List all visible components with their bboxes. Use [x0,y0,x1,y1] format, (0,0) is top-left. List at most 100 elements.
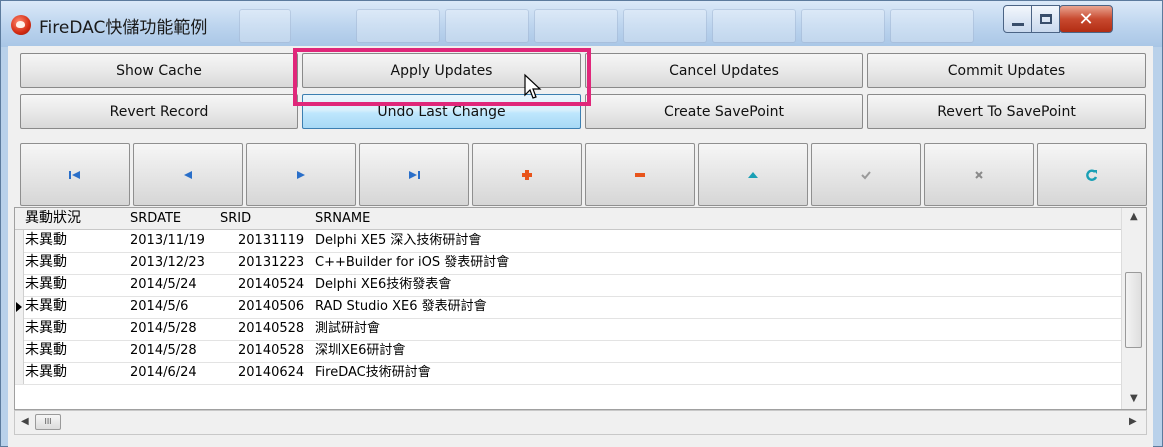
cell-name[interactable]: Delphi XE5 深入技術研討會 [315,230,481,251]
cell-status[interactable]: 未異動 [25,274,67,295]
cell-date[interactable]: 2013/11/19 [130,230,205,251]
last-record-button[interactable] [359,143,469,206]
show-cache-button[interactable]: Show Cache [20,53,298,88]
first-record-button[interactable] [20,143,130,206]
row-indicator[interactable] [15,362,24,384]
cell-name[interactable]: RAD Studio XE6 發表研討會 [315,296,487,317]
title-bar[interactable]: FireDAC快儲功能範例 ✕ [1,1,1162,47]
cell-id[interactable]: 20140524 [238,274,304,295]
plus-icon [522,169,532,180]
minus-icon [635,172,645,177]
cell-name[interactable]: C++Builder for iOS 發表研討會 [315,252,509,273]
table-row[interactable]: 未異動 2014/5/28 20140528 測試研討會 [15,318,1122,341]
background-taskbar-ghost [623,9,707,43]
row-indicator[interactable] [15,230,24,252]
background-taskbar-ghost [534,9,618,43]
table-row[interactable]: 未異動 2014/5/24 20140524 Delphi XE6技術發表會 [15,274,1122,297]
column-header[interactable]: SRNAME [315,208,370,229]
check-icon [861,170,871,179]
close-button[interactable]: ✕ [1059,5,1113,33]
last-record-icon [409,170,420,179]
row-indicator[interactable] [15,252,24,274]
table-row[interactable]: 未異動 2013/11/19 20131119 Delphi XE5 深入技術研討會 [15,230,1122,253]
data-grid[interactable]: 異動狀況 SRDATE SRID SRNAME 未異動 2013/11/19 201… [14,207,1147,410]
cell-date[interactable]: 2014/5/28 [130,340,197,361]
background-taskbar-ghost [356,9,440,43]
background-taskbar-ghost [712,9,796,43]
background-taskbar-ghost [890,9,974,43]
column-header[interactable]: SRDATE [130,208,181,229]
cell-date[interactable]: 2013/12/23 [130,252,205,273]
background-taskbar-ghost [445,9,529,43]
delete-record-button[interactable] [585,143,695,206]
cell-name[interactable]: FireDAC技術研討會 [315,362,431,383]
maximize-button[interactable] [1031,5,1060,33]
cell-id[interactable]: 20131119 [238,230,304,251]
cell-status[interactable]: 未異動 [25,230,67,251]
first-record-icon [69,170,80,179]
revert-record-button[interactable]: Revert Record [20,94,298,129]
revert-to-savepoint-button[interactable]: Revert To SavePoint [867,94,1146,129]
window-title: FireDAC快儲功能範例 [39,18,208,38]
next-record-icon [297,170,305,179]
row-indicator[interactable] [15,318,24,340]
cell-status[interactable]: 未異動 [25,318,67,339]
next-record-button[interactable] [246,143,356,206]
cell-id[interactable]: 20140528 [238,340,304,361]
scroll-thumb[interactable] [1125,272,1142,348]
table-row[interactable]: 未異動 2014/6/24 20140624 FireDAC技術研討會 [15,362,1122,385]
minimize-icon [1011,22,1024,26]
cell-name[interactable]: 測試研討會 [315,318,380,339]
background-taskbar-ghost [239,9,291,43]
edit-record-button[interactable] [698,143,808,206]
scroll-left-icon[interactable]: ◀ [21,416,29,427]
x-icon [975,170,983,179]
cell-status[interactable]: 未異動 [25,362,67,383]
grid-header: 異動狀況 SRDATE SRID SRNAME [15,208,1122,230]
refresh-data-button[interactable] [1037,143,1147,206]
vertical-scrollbar[interactable]: ▲ ▼ [1121,208,1146,409]
prior-record-button[interactable] [133,143,243,206]
table-row[interactable]: 未異動 2014/5/6 20140506 RAD Studio XE6 發表研討會 [15,296,1122,319]
post-edit-button[interactable] [811,143,921,206]
cell-date[interactable]: 2014/5/28 [130,318,197,339]
cell-id[interactable]: 20140624 [238,362,304,383]
column-header[interactable]: 異動狀況 [25,208,81,229]
create-savepoint-button[interactable]: Create SavePoint [585,94,863,129]
cancel-edit-button[interactable] [924,143,1034,206]
cell-id[interactable]: 20140506 [238,296,304,317]
column-header[interactable]: SRID [220,208,251,229]
horizontal-scrollbar[interactable]: ◀ III ▶ [14,410,1147,435]
row-indicator[interactable] [15,274,24,296]
table-row[interactable]: 未異動 2013/12/23 20131223 C++Builder for iOS … [15,252,1122,275]
cell-date[interactable]: 2014/5/6 [130,296,188,317]
cell-date[interactable]: 2014/5/24 [130,274,197,295]
minimize-button[interactable] [1003,5,1032,33]
cell-name[interactable]: Delphi XE6技術發表會 [315,274,451,295]
scroll-right-icon[interactable]: ▶ [1129,416,1137,427]
cell-id[interactable]: 20131223 [238,252,304,273]
app-logo-icon [11,15,31,35]
current-row-marker-icon [16,302,22,312]
insert-record-button[interactable] [472,143,582,206]
refresh-icon [1086,169,1098,181]
mouse-cursor-icon [524,73,542,99]
scroll-thumb[interactable]: III [35,414,61,430]
cell-id[interactable]: 20140528 [238,318,304,339]
cell-status[interactable]: 未異動 [25,252,67,273]
row-indicator[interactable] [15,340,24,362]
cell-status[interactable]: 未異動 [25,340,67,361]
scroll-down-icon[interactable]: ▼ [1130,393,1138,404]
background-taskbar-ghost [801,9,885,43]
cell-date[interactable]: 2014/6/24 [130,362,197,383]
maximize-icon [1039,14,1052,24]
table-row[interactable]: 未異動 2014/5/28 20140528 深圳XE6研討會 [15,340,1122,363]
cell-status[interactable]: 未異動 [25,296,67,317]
close-icon: ✕ [1078,8,1094,30]
prior-record-icon [184,170,192,179]
up-arrow-icon [748,171,758,178]
commit-updates-button[interactable]: Commit Updates [867,53,1146,88]
cancel-updates-button[interactable]: Cancel Updates [585,53,863,88]
cell-name[interactable]: 深圳XE6研討會 [315,340,405,361]
scroll-up-icon[interactable]: ▲ [1130,211,1138,222]
